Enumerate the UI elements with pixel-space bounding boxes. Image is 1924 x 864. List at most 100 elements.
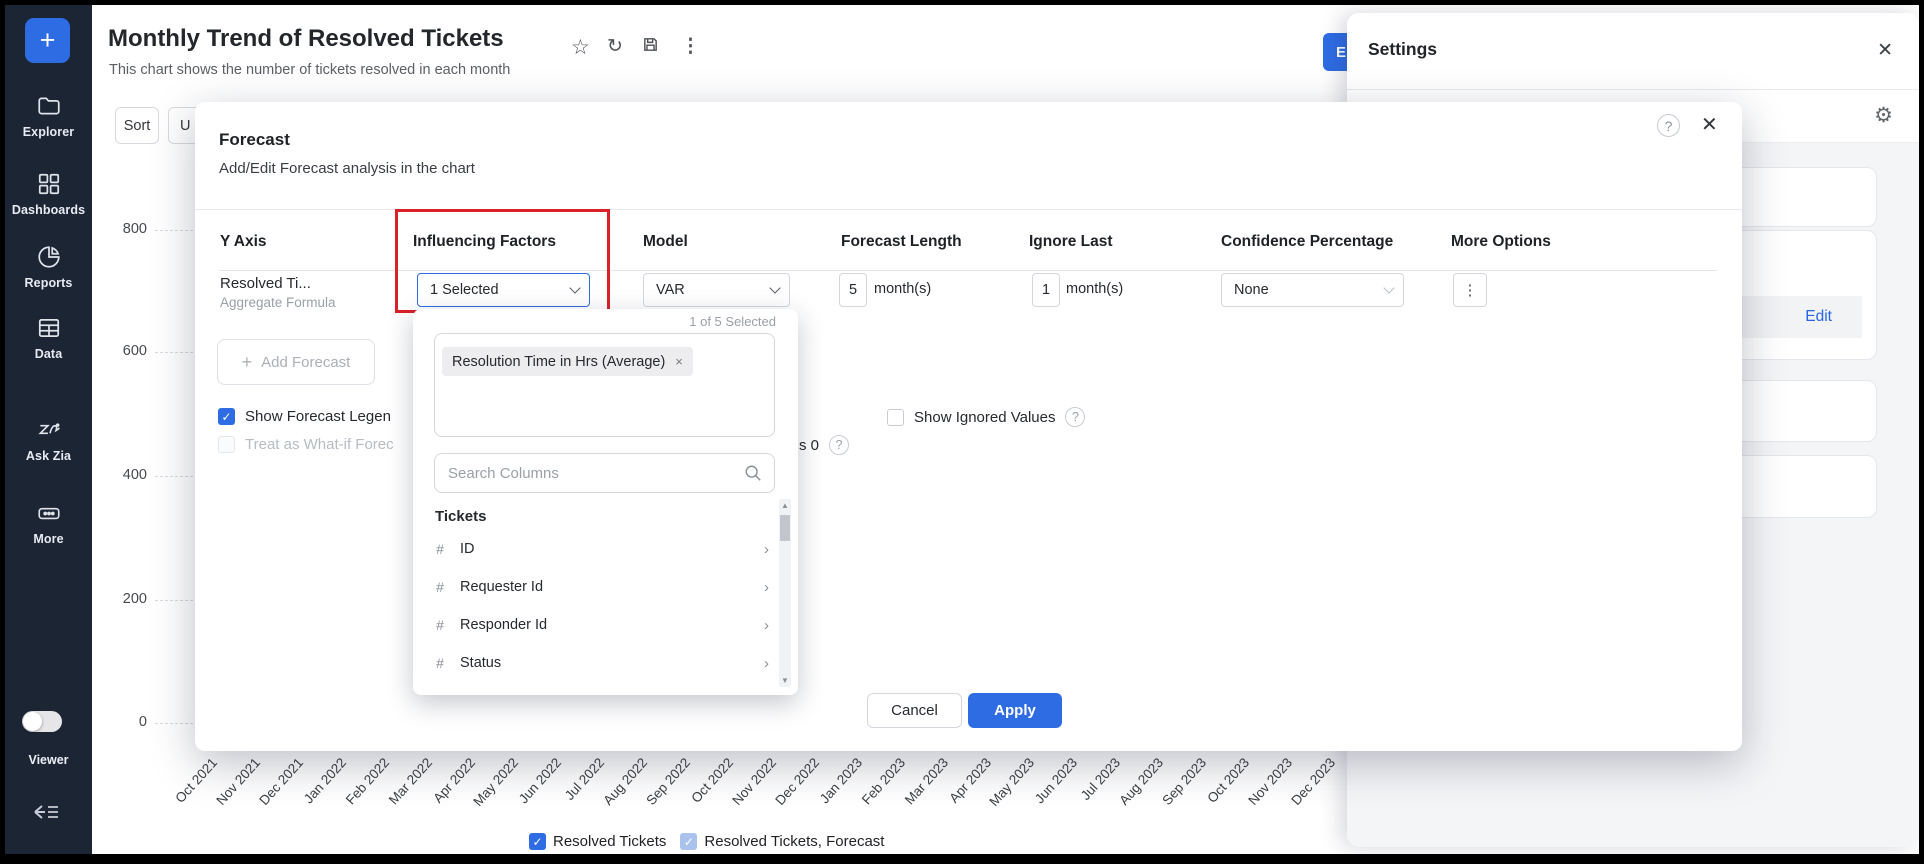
modal-divider <box>195 209 1742 210</box>
folder-icon <box>36 93 62 119</box>
save-icon[interactable] <box>642 36 659 53</box>
search-input[interactable] <box>448 455 738 491</box>
missing-values-fragment: s 0 <box>799 436 820 454</box>
sidebar-item-more[interactable]: More <box>5 500 92 546</box>
help-icon[interactable]: ? <box>1657 114 1680 137</box>
selected-count-label: 1 of 5 Selected <box>689 314 776 329</box>
scrollbar-thumb[interactable] <box>780 515 790 541</box>
column-list-item[interactable]: # Responder Id › <box>425 607 773 643</box>
ellipsis-icon <box>36 500 62 526</box>
legend-item: ✓ Resolved Tickets, Forecast <box>680 833 884 850</box>
gear-icon[interactable]: ⚙ <box>1874 103 1893 128</box>
forecast-modal-title: Forecast <box>219 130 290 149</box>
cancel-button[interactable]: Cancel <box>867 693 962 728</box>
legend-item: ✓ Resolved Tickets <box>529 833 666 850</box>
confidence-value: None <box>1234 282 1269 298</box>
refresh-icon[interactable]: ↻ <box>607 35 623 58</box>
apply-button[interactable]: Apply <box>968 693 1062 728</box>
help-icon[interactable]: ? <box>1065 407 1086 427</box>
yaxis-field-name: Resolved Ti... <box>220 275 311 292</box>
treat-what-if-label: Treat as What-if Forec <box>245 436 394 453</box>
scrollbar[interactable]: ▲ ▼ <box>779 499 791 687</box>
sidebar-item-label: Ask Zia <box>25 449 72 463</box>
sidebar-item-explorer[interactable]: Explorer <box>5 93 92 139</box>
modal-columns-divider <box>219 270 1717 271</box>
settings-header: Settings ✕ <box>1347 13 1919 90</box>
add-forecast-button[interactable]: + Add Forecast <box>217 339 375 385</box>
column-name: Status <box>460 655 502 671</box>
column-name: Responder Id <box>460 617 548 633</box>
column-header-forecast-length: Forecast Length <box>841 233 962 250</box>
chevron-down-icon <box>769 282 781 294</box>
influencing-factors-select[interactable]: 1 Selected <box>417 273 590 307</box>
column-name: ID <box>460 541 475 557</box>
column-list-item[interactable]: # Status › <box>425 645 773 681</box>
column-name: Requester Id <box>460 579 544 595</box>
chevron-down-icon <box>569 282 581 294</box>
yaxis-aggregate-label: Aggregate Formula <box>220 295 336 310</box>
column-header-model: Model <box>643 233 688 250</box>
chip-label: Resolution Time in Hrs (Average) <box>452 353 666 370</box>
settings-title: Settings <box>1368 39 1438 59</box>
chevron-right-icon: › <box>764 578 769 596</box>
table-icon <box>36 315 62 341</box>
zia-icon <box>36 417 62 443</box>
add-forecast-label: Add Forecast <box>261 353 351 371</box>
column-list-item[interactable]: # ID › <box>425 531 773 567</box>
hash-icon: # <box>436 655 444 671</box>
search-box <box>434 453 775 493</box>
sidebar-item-label: Dashboards <box>11 203 86 217</box>
sidebar-item-ask-zia[interactable]: Ask Zia <box>5 417 92 463</box>
more-options-kebab-icon[interactable]: ⋮ <box>1453 273 1487 307</box>
create-new-button[interactable]: + <box>25 18 70 63</box>
forecast-length-unit: month(s) <box>874 281 932 297</box>
favorite-star-icon[interactable]: ☆ <box>571 35 590 60</box>
legend-checkbox[interactable]: ✓ <box>529 833 546 850</box>
y-axis-tick-label: 0 <box>138 714 147 730</box>
modal-close-icon[interactable]: ✕ <box>1701 112 1718 137</box>
app-window: Monthly Trend of Resolved Tickets This c… <box>5 5 1919 854</box>
column-list-item[interactable]: # Requester Id › <box>425 569 773 605</box>
show-ignored-values-label: Show Ignored Values <box>914 408 1056 426</box>
show-forecast-legend-checkbox[interactable]: ✓ <box>218 408 235 425</box>
chevron-down-icon <box>1383 282 1395 294</box>
treat-what-if-checkbox[interactable] <box>218 436 235 453</box>
collapse-sidebar-icon[interactable] <box>31 800 65 826</box>
sidebar-item-data[interactable]: Data <box>5 315 92 361</box>
sort-button[interactable]: Sort <box>115 107 159 144</box>
sidebar-item-label: More <box>33 532 64 546</box>
viewer-toggle[interactable] <box>22 711 62 732</box>
sidebar-item-reports[interactable]: Reports <box>5 244 92 290</box>
forecast-length-input[interactable] <box>839 273 867 307</box>
legend-checkbox[interactable]: ✓ <box>680 833 698 850</box>
search-icon <box>745 465 761 481</box>
sidebar: + Explorer Dashboards Reports Data Ask Zia Mo… <box>5 5 92 854</box>
column-header-more-options: More Options <box>1451 233 1551 250</box>
scroll-up-icon[interactable]: ▲ <box>781 501 789 510</box>
ignore-last-input[interactable] <box>1032 273 1060 307</box>
y-axis-tick-label: 200 <box>122 591 147 607</box>
settings-close-icon[interactable]: ✕ <box>1877 39 1893 62</box>
sidebar-item-label: Data <box>34 347 63 361</box>
hash-icon: # <box>436 579 444 595</box>
help-icon[interactable]: ? <box>829 435 850 455</box>
chevron-right-icon: › <box>764 540 769 558</box>
chip-remove-icon[interactable]: × <box>675 354 683 369</box>
influencing-factors-value: 1 Selected <box>430 282 499 298</box>
page-subtitle: This chart shows the number of tickets r… <box>109 62 511 78</box>
hash-icon: # <box>436 541 444 557</box>
sidebar-item-dashboards[interactable]: Dashboards <box>5 171 92 217</box>
model-select[interactable]: VAR <box>643 273 790 307</box>
ignore-last-unit: month(s) <box>1066 281 1124 297</box>
grid-icon <box>36 171 62 197</box>
chevron-right-icon: › <box>764 654 769 672</box>
kebab-menu-icon[interactable]: ⋮ <box>681 35 700 58</box>
scroll-down-icon[interactable]: ▼ <box>781 676 789 685</box>
confidence-select[interactable]: None <box>1221 273 1404 307</box>
settings-edit-link[interactable]: Edit <box>1805 308 1832 326</box>
plus-icon: + <box>241 351 253 372</box>
forecast-modal-subtitle: Add/Edit Forecast analysis in the chart <box>219 160 475 177</box>
hash-icon: # <box>436 617 444 633</box>
show-ignored-values-checkbox[interactable] <box>887 408 904 426</box>
chevron-right-icon: › <box>764 616 769 634</box>
